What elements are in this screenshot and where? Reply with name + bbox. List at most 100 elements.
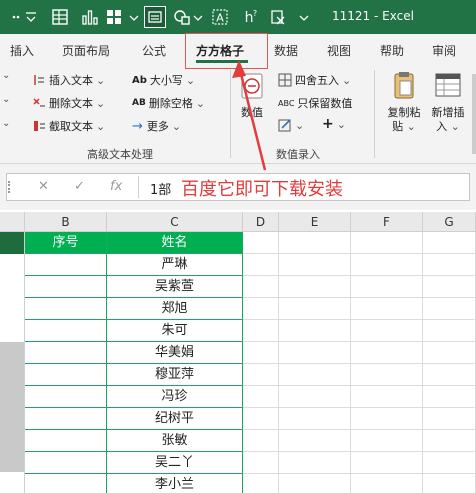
grid-cell[interactable] bbox=[351, 320, 423, 342]
column-header-e[interactable]: E bbox=[279, 212, 351, 232]
column-header-c[interactable]: C bbox=[107, 212, 243, 232]
qat-dropdown-icon[interactable] bbox=[22, 7, 42, 27]
plus-button[interactable]: + ⌄ bbox=[322, 116, 346, 132]
insert-function-icon[interactable]: fx bbox=[110, 179, 122, 194]
grid-cell[interactable] bbox=[423, 342, 476, 364]
tab-page-layout[interactable]: 页面布局 bbox=[62, 42, 110, 59]
cancel-icon[interactable]: ✕ bbox=[38, 179, 49, 194]
grid-cell[interactable] bbox=[279, 276, 351, 298]
round-button[interactable]: 四舍五入 ⌄ bbox=[278, 72, 351, 88]
qat-dropdown-icon[interactable] bbox=[188, 7, 208, 27]
clear-icon[interactable] bbox=[268, 7, 288, 27]
grid-cell[interactable] bbox=[423, 232, 476, 254]
grid-cell[interactable] bbox=[351, 430, 423, 452]
qat-dropdown-icon[interactable] bbox=[294, 7, 314, 27]
grid-cell[interactable] bbox=[351, 474, 423, 493]
grid-cell[interactable] bbox=[351, 342, 423, 364]
grid-cell[interactable] bbox=[423, 452, 476, 474]
grid-cell[interactable] bbox=[243, 474, 279, 493]
tab-review[interactable]: 审阅 bbox=[432, 42, 456, 59]
column-header-f[interactable]: F bbox=[351, 212, 423, 232]
name-cell[interactable]: 吴紫萱 bbox=[107, 276, 243, 298]
grid-cell[interactable] bbox=[25, 298, 107, 320]
insert-text-button[interactable]: 插入文本 ⌄ bbox=[32, 72, 105, 88]
grid-cell[interactable] bbox=[279, 386, 351, 408]
grid-cell[interactable] bbox=[351, 386, 423, 408]
grid-cell[interactable] bbox=[279, 408, 351, 430]
grid-cell[interactable] bbox=[243, 276, 279, 298]
name-cell[interactable]: 张敏 bbox=[107, 430, 243, 452]
grid-cell[interactable] bbox=[423, 430, 476, 452]
name-cell[interactable]: 华美娟 bbox=[107, 342, 243, 364]
edit-button[interactable]: ⌄ bbox=[278, 118, 304, 132]
grid-cell[interactable] bbox=[279, 364, 351, 386]
grid-cell[interactable] bbox=[423, 320, 476, 342]
grid-cell[interactable] bbox=[243, 364, 279, 386]
grid-cell[interactable] bbox=[25, 254, 107, 276]
grid-cell[interactable] bbox=[25, 320, 107, 342]
name-cell[interactable]: 吴二丫 bbox=[107, 452, 243, 474]
grid-cell[interactable] bbox=[243, 386, 279, 408]
name-cell[interactable]: 朱可 bbox=[107, 320, 243, 342]
grid-cell[interactable] bbox=[279, 430, 351, 452]
grid-cell[interactable] bbox=[351, 298, 423, 320]
more-button[interactable]: → 更多 ⌄ bbox=[132, 118, 181, 134]
row-header[interactable] bbox=[0, 342, 25, 472]
grid-cell[interactable] bbox=[25, 474, 107, 493]
name-cell[interactable]: 穆亚萍 bbox=[107, 364, 243, 386]
grid-cell[interactable] bbox=[25, 364, 107, 386]
grid-cell[interactable] bbox=[25, 408, 107, 430]
confirm-icon[interactable]: ✓ bbox=[74, 179, 85, 194]
grid-cell[interactable] bbox=[351, 254, 423, 276]
grid-cell[interactable] bbox=[351, 452, 423, 474]
grid-cell[interactable] bbox=[279, 452, 351, 474]
new-insert-button[interactable]: 新增插 入 ⌄ bbox=[428, 70, 468, 134]
column-header-d[interactable]: D bbox=[243, 212, 279, 232]
grid-cell[interactable] bbox=[423, 298, 476, 320]
grid-cell[interactable] bbox=[423, 276, 476, 298]
grid-cell[interactable] bbox=[279, 342, 351, 364]
extract-text-button[interactable]: 截取文本 ⌄ bbox=[32, 118, 105, 134]
copy-paste-button[interactable]: 复制粘 贴 ⌄ bbox=[384, 70, 424, 134]
grid-cell[interactable] bbox=[243, 342, 279, 364]
tab-help[interactable]: 帮助 bbox=[380, 42, 404, 59]
textbox-icon[interactable]: A bbox=[210, 7, 230, 27]
row-header[interactable] bbox=[0, 232, 25, 254]
grid-cell[interactable] bbox=[351, 232, 423, 254]
name-cell[interactable]: 冯珍 bbox=[107, 386, 243, 408]
header-cell-index[interactable]: 序号 bbox=[25, 232, 107, 254]
table-icon[interactable] bbox=[104, 7, 124, 27]
grid-cell[interactable] bbox=[423, 408, 476, 430]
tab-view[interactable]: 视图 bbox=[327, 42, 351, 59]
grid-cell[interactable] bbox=[351, 408, 423, 430]
grid-cell[interactable] bbox=[243, 254, 279, 276]
column-header-b[interactable]: B bbox=[25, 212, 107, 232]
grid-cell[interactable] bbox=[243, 408, 279, 430]
grid-cell[interactable] bbox=[243, 298, 279, 320]
grid-cell[interactable] bbox=[25, 342, 107, 364]
grid-cell[interactable] bbox=[243, 232, 279, 254]
tab-formulas[interactable]: 公式 bbox=[142, 42, 166, 59]
grid-cell[interactable] bbox=[423, 254, 476, 276]
form-icon[interactable] bbox=[50, 7, 70, 27]
row-header[interactable] bbox=[0, 472, 25, 493]
grid-cell[interactable] bbox=[351, 276, 423, 298]
value-button[interactable]: 数值 bbox=[236, 72, 268, 120]
grid-cell[interactable] bbox=[279, 298, 351, 320]
grid-cell[interactable] bbox=[279, 254, 351, 276]
name-cell[interactable]: 严琳 bbox=[107, 254, 243, 276]
grid-cell[interactable] bbox=[243, 430, 279, 452]
grid-cell[interactable] bbox=[25, 276, 107, 298]
grid-cell[interactable] bbox=[243, 320, 279, 342]
question-icon[interactable]: h? bbox=[240, 7, 260, 27]
bar-chart-icon[interactable] bbox=[80, 7, 100, 27]
case-button[interactable]: Ab 大小写 ⌄ bbox=[132, 72, 195, 88]
grid-cell[interactable] bbox=[351, 364, 423, 386]
tab-insert[interactable]: 插入 bbox=[10, 42, 34, 59]
resize-handle[interactable] bbox=[8, 181, 11, 193]
grid-cell[interactable] bbox=[25, 430, 107, 452]
grid-cell[interactable] bbox=[423, 474, 476, 493]
keep-value-button[interactable]: ABC 只保留数值 bbox=[278, 95, 352, 111]
grid-cell[interactable] bbox=[423, 386, 476, 408]
grid-cell[interactable] bbox=[423, 364, 476, 386]
